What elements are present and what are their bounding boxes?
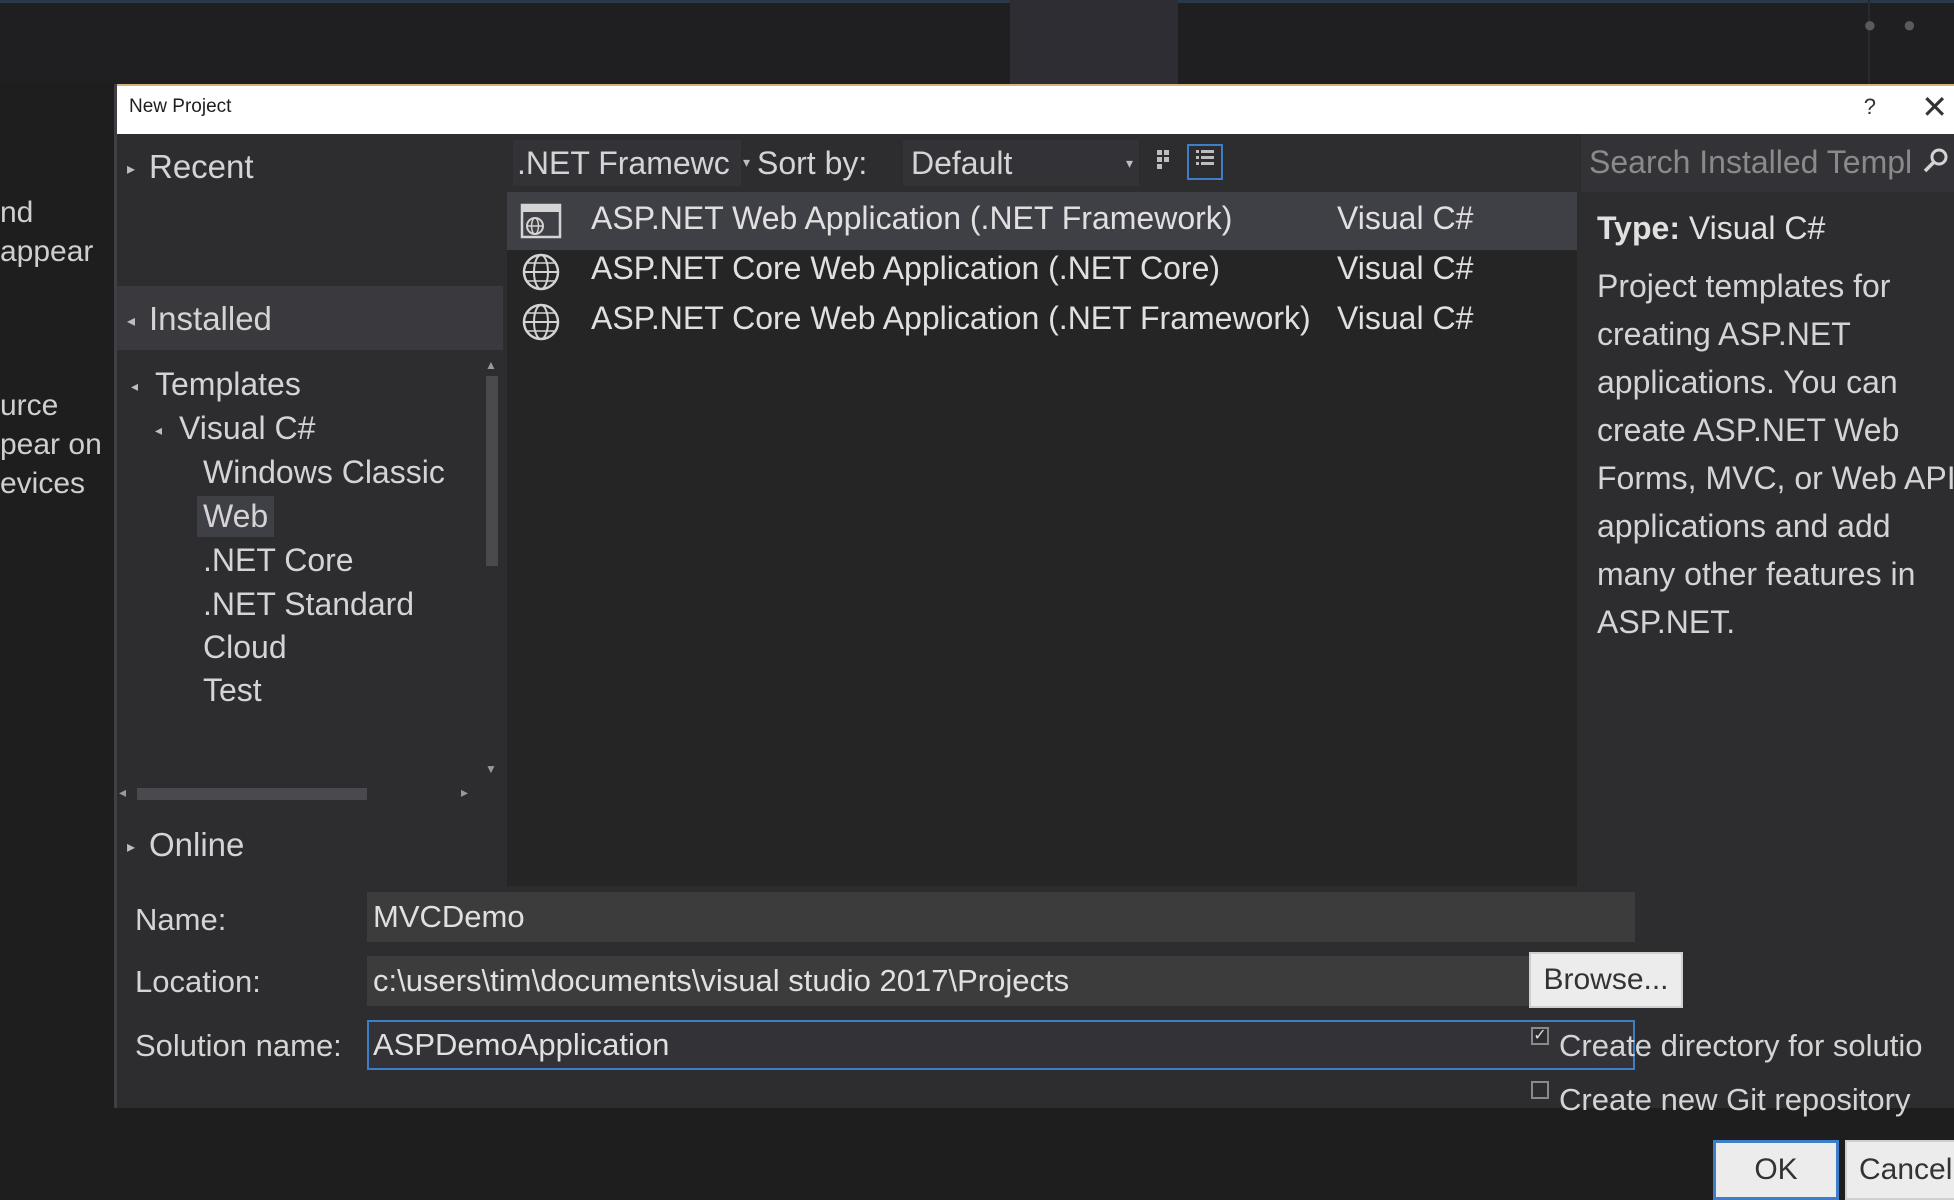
tree-item-templates[interactable]: ◂ Templates — [131, 366, 301, 403]
globe-icon — [522, 253, 560, 291]
create-directory-label: Create directory for solutio — [1559, 1028, 1923, 1063]
nav-recent[interactable]: ▸ Recent — [127, 148, 254, 186]
create-git-label: Create new Git repository — [1559, 1082, 1911, 1117]
search-placeholder: Search Installed Templ — [1589, 144, 1913, 180]
tree-item-test[interactable]: Test — [203, 672, 262, 709]
name-label: Name: — [135, 902, 227, 937]
template-tree: ◂ Templates ◂ Visual C# Windows Classic We… — [117, 356, 479, 776]
template-language: Visual C# — [1337, 300, 1474, 336]
chevron-down-icon[interactable]: ▾ — [743, 154, 750, 171]
scrollbar-thumb[interactable] — [486, 376, 498, 566]
tree-item-visual-csharp[interactable]: ◂ Visual C# — [155, 410, 315, 447]
tree-item-cloud[interactable]: Cloud — [203, 629, 287, 666]
create-directory-checkbox[interactable]: ✓ — [1531, 1027, 1549, 1045]
dialog-title: New Project — [129, 96, 232, 117]
nav-online-label: Online — [149, 826, 245, 863]
collapse-arrow-icon: ◂ — [155, 422, 163, 439]
tree-item-web[interactable]: Web — [197, 496, 275, 537]
nav-installed-label: Installed — [149, 300, 272, 337]
template-description-pane: Type: Visual C# Project templates for cr… — [1581, 192, 1954, 886]
background-text: nd — [0, 196, 34, 229]
scrollbar-thumb[interactable] — [137, 788, 367, 800]
dialog-title-bar: New Project ? ✕ — [117, 84, 1954, 134]
template-name: ASP.NET Web Application (.NET Framework) — [591, 200, 1233, 236]
ide-active-tab[interactable] — [1010, 0, 1178, 84]
ok-button[interactable]: OK — [1713, 1140, 1839, 1200]
background-text: pear on — [0, 428, 102, 461]
tree-item-net-standard[interactable]: .NET Standard — [203, 586, 414, 623]
nav-recent-label: Recent — [149, 148, 254, 185]
template-language: Visual C# — [1337, 200, 1474, 236]
tree-item-label: Templates — [155, 366, 301, 402]
chevron-down-icon: ▾ — [1125, 155, 1133, 171]
browse-button[interactable]: Browse... — [1529, 952, 1683, 1008]
collapse-arrow-icon: ◂ — [127, 313, 136, 331]
background-text: evices — [0, 467, 86, 500]
solution-name-label: Solution name: — [135, 1028, 342, 1063]
expand-arrow-icon: ▸ — [127, 839, 136, 857]
background-text: urce — [0, 389, 59, 422]
expand-arrow-icon: ▸ — [127, 161, 136, 179]
nav-installed[interactable]: ◂ Installed — [127, 300, 272, 338]
new-project-dialog: New Project ? ✕ ▸ Recent ◂ Installed ◂ Temp… — [114, 84, 1954, 1200]
project-name-input[interactable] — [367, 892, 1635, 942]
type-value: Visual C# — [1688, 210, 1826, 246]
location-combobox[interactable]: c:\users\tim\documents\visual studio 201… — [367, 956, 1635, 1006]
solution-name-input[interactable] — [367, 1020, 1635, 1070]
list-view-icon[interactable] — [1187, 144, 1223, 180]
template-type: Type: Visual C# — [1597, 210, 1825, 247]
template-name: ASP.NET Core Web Application (.NET Frame… — [591, 300, 1311, 336]
help-button[interactable]: ? — [1864, 94, 1876, 120]
tree-item-net-core[interactable]: .NET Core — [203, 542, 354, 579]
template-language: Visual C# — [1337, 250, 1474, 286]
tree-item-windows-classic[interactable]: Windows Classic — [203, 454, 445, 491]
location-label: Location: — [135, 964, 261, 999]
search-icon[interactable] — [1921, 146, 1951, 176]
template-description-text: Project templates for creating ASP.NET a… — [1597, 268, 1954, 640]
ide-background-panel: nd appear urce pear on evices — [0, 84, 114, 1108]
tree-horizontal-scrollbar[interactable]: ◂ ▸ — [117, 782, 479, 806]
ide-top-bar — [0, 0, 1954, 84]
small-icons-view-icon[interactable] — [1155, 148, 1185, 178]
ide-window-controls-icon[interactable]: ● ● — [1863, 12, 1926, 38]
search-installed-templates[interactable]: Search Installed Templ — [1581, 134, 1954, 192]
scroll-right-icon[interactable]: ▸ — [461, 784, 468, 801]
sort-dropdown[interactable]: Default ▾ — [903, 140, 1139, 186]
background-text: appear — [0, 235, 94, 268]
web-app-icon — [520, 203, 562, 239]
tree-item-label: Visual C# — [179, 410, 316, 446]
scroll-up-icon[interactable]: ▲ — [485, 358, 497, 372]
template-toolbar: .NET Framewc ▾ Sort by: Default ▾ — [507, 134, 1577, 192]
close-button[interactable]: ✕ — [1921, 88, 1948, 126]
create-git-checkbox[interactable] — [1531, 1081, 1549, 1099]
globe-icon — [522, 303, 560, 341]
framework-dropdown[interactable]: .NET Framewc — [513, 140, 741, 186]
collapse-arrow-icon: ◂ — [131, 378, 139, 395]
template-list: ASP.NET Web Application (.NET Framework)… — [507, 192, 1577, 886]
location-value: c:\users\tim\documents\visual studio 201… — [373, 963, 1070, 998]
nav-online[interactable]: ▸ Online — [127, 826, 244, 864]
sort-dropdown-value: Default — [911, 145, 1013, 181]
scroll-left-icon[interactable]: ◂ — [119, 784, 126, 801]
cancel-button[interactable]: Cancel — [1845, 1140, 1954, 1200]
tree-vertical-scrollbar[interactable]: ▲ ▼ — [481, 356, 503, 778]
type-label: Type: — [1597, 210, 1680, 246]
template-navigation: ▸ Recent ◂ Installed ◂ Templates ◂ Visual C#… — [117, 134, 503, 886]
scroll-down-icon[interactable]: ▼ — [485, 762, 497, 776]
framework-dropdown-value: .NET Framewc — [517, 145, 730, 181]
template-row-aspnet-core-netframework[interactable]: ASP.NET Core Web Application (.NET Frame… — [507, 292, 1577, 350]
sort-by-label: Sort by: — [757, 145, 868, 181]
template-name: ASP.NET Core Web Application (.NET Core) — [591, 250, 1221, 286]
